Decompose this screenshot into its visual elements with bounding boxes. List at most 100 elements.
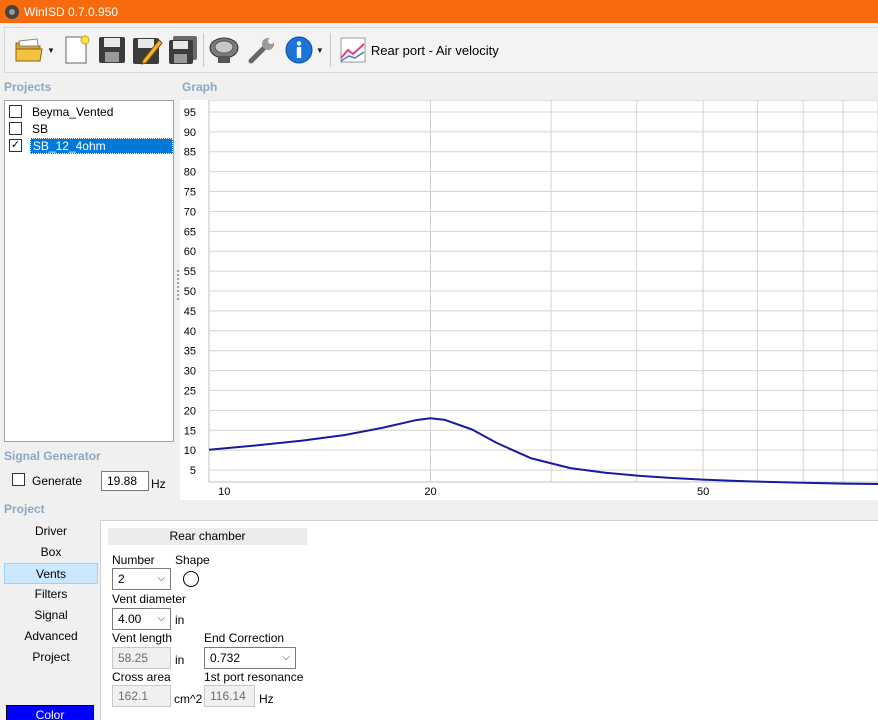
project-name: SB bbox=[32, 121, 49, 136]
y-tick-label: 25 bbox=[184, 385, 196, 397]
cross-area-field: 162.1 bbox=[112, 685, 171, 707]
x-tick-label: 50 bbox=[697, 486, 709, 498]
projects-list[interactable]: Beyma_Vented SB ✓ SB_12_4ohm bbox=[4, 100, 174, 442]
x-tick-label: 20 bbox=[424, 486, 436, 498]
open-dropdown-arrow-icon[interactable]: ▼ bbox=[47, 46, 55, 55]
port-resonance-field: 116.14 bbox=[204, 685, 255, 707]
info-dropdown-arrow-icon[interactable]: ▼ bbox=[316, 46, 324, 55]
y-tick-label: 15 bbox=[184, 425, 196, 437]
graph-select-label: Rear port - Air velocity bbox=[370, 42, 499, 58]
frequency-unit: Hz bbox=[151, 477, 166, 491]
splitter-handle[interactable] bbox=[177, 270, 179, 300]
vent-diameter-label: Vent diameter bbox=[112, 592, 187, 606]
vent-length-field: 58.25 bbox=[112, 647, 171, 669]
nav-box[interactable]: Box bbox=[4, 542, 98, 563]
number-label: Number bbox=[112, 553, 155, 567]
round-shape-icon[interactable] bbox=[183, 571, 199, 587]
frequency-input[interactable]: 19.88 bbox=[101, 471, 149, 491]
cross-area-label: Cross area bbox=[112, 670, 171, 684]
tools-button[interactable] bbox=[246, 30, 278, 70]
nav-project[interactable]: Project bbox=[4, 647, 98, 668]
y-tick-label: 60 bbox=[184, 246, 196, 258]
nav-filters[interactable]: Filters bbox=[4, 584, 98, 605]
y-tick-label: 40 bbox=[184, 326, 196, 338]
x-tick-label: 10 bbox=[218, 486, 230, 498]
shape-label: Shape bbox=[175, 553, 210, 567]
number-value: 2 bbox=[118, 572, 125, 586]
nav-advanced[interactable]: Advanced bbox=[4, 626, 98, 647]
signal-generator-header: Signal Generator bbox=[4, 449, 101, 463]
toolbar-separator bbox=[329, 33, 331, 67]
new-project-button[interactable] bbox=[63, 30, 91, 70]
y-tick-label: 65 bbox=[184, 226, 196, 238]
project-nav: Driver Box Vents Filters Signal Advanced… bbox=[4, 520, 98, 720]
y-tick-label: 70 bbox=[184, 206, 196, 218]
color-button[interactable]: Color bbox=[6, 705, 94, 720]
y-tick-label: 85 bbox=[184, 147, 196, 159]
y-tick-label: 80 bbox=[184, 167, 196, 179]
nav-vents[interactable]: Vents bbox=[4, 563, 98, 584]
projects-header: Projects bbox=[4, 80, 52, 94]
chevron-down-icon: ⌵ bbox=[157, 573, 165, 584]
y-tick-label: 75 bbox=[184, 187, 196, 199]
open-button[interactable]: ▼ bbox=[13, 30, 55, 70]
toolbar-separator bbox=[202, 33, 204, 67]
generate-toggle[interactable]: Generate bbox=[12, 470, 82, 488]
open-folder-icon bbox=[15, 38, 43, 62]
info-icon bbox=[285, 36, 313, 64]
y-tick-label: 5 bbox=[190, 465, 196, 477]
number-select[interactable]: 2 ⌵ bbox=[112, 568, 171, 590]
y-tick-label: 20 bbox=[184, 405, 196, 417]
save-all-icon bbox=[168, 36, 197, 64]
vent-length-unit: in bbox=[175, 653, 185, 667]
end-correction-value: 0.732 bbox=[210, 651, 241, 665]
project-checkbox[interactable] bbox=[9, 105, 22, 118]
save-as-icon bbox=[132, 38, 163, 65]
vent-diameter-value: 4.00 bbox=[118, 612, 142, 626]
project-item[interactable]: SB bbox=[5, 120, 173, 137]
window-title: WinISD 0.7.0.950 bbox=[24, 4, 119, 19]
info-button[interactable]: ▼ bbox=[284, 30, 324, 70]
project-checkbox[interactable] bbox=[9, 122, 22, 135]
title-bar: WinISD 0.7.0.950 bbox=[0, 0, 878, 23]
project-checkbox-checked[interactable]: ✓ bbox=[9, 139, 22, 152]
vent-diameter-select[interactable]: 4.00 ⌵ bbox=[112, 608, 171, 630]
tab-rear-chamber[interactable]: Rear chamber bbox=[108, 528, 307, 545]
graph-panel[interactable]: 5 10 15 20 25 30 35 40 45 50 55 60 65 70 75 80 85 90 95 10 2… bbox=[180, 99, 878, 500]
save-all-button[interactable] bbox=[167, 30, 199, 70]
y-tick-label: 30 bbox=[184, 366, 196, 378]
save-as-button[interactable] bbox=[131, 30, 163, 70]
end-correction-select[interactable]: 0.732 ⌵ bbox=[204, 647, 296, 669]
project-item-selected[interactable]: ✓ SB_12_4ohm bbox=[5, 137, 173, 154]
new-document-icon bbox=[65, 35, 90, 64]
generate-checkbox[interactable] bbox=[12, 472, 25, 486]
chevron-down-icon: ⌵ bbox=[282, 652, 290, 663]
nav-driver[interactable]: Driver bbox=[4, 521, 98, 542]
project-name: SB_12_4ohm bbox=[29, 137, 173, 154]
nav-signal[interactable]: Signal bbox=[4, 605, 98, 626]
y-tick-label: 90 bbox=[184, 127, 196, 139]
project-header: Project bbox=[4, 502, 45, 516]
chevron-down-icon: ⌵ bbox=[157, 613, 165, 624]
y-tick-label: 45 bbox=[184, 306, 196, 318]
y-tick-label: 55 bbox=[184, 266, 196, 278]
vents-panel: Rear chamber Number Shape 2 ⌵ Vent diame… bbox=[100, 520, 878, 720]
y-tick-label: 10 bbox=[184, 445, 196, 457]
port-resonance-unit: Hz bbox=[259, 692, 274, 706]
driver-button[interactable] bbox=[208, 30, 240, 70]
cross-area-unit: cm^2 bbox=[174, 692, 203, 706]
project-item[interactable]: Beyma_Vented bbox=[5, 103, 173, 120]
wrench-icon bbox=[248, 38, 274, 64]
app-logo-icon bbox=[5, 4, 19, 19]
save-button[interactable] bbox=[97, 30, 127, 70]
graph-select-button[interactable]: Rear port - Air velocity bbox=[339, 30, 499, 70]
y-tick-label: 35 bbox=[184, 346, 196, 358]
graph-header: Graph bbox=[182, 80, 218, 94]
vent-length-label: Vent length bbox=[112, 631, 173, 645]
y-tick-label: 50 bbox=[184, 286, 196, 298]
y-tick-label: 95 bbox=[184, 107, 196, 119]
generate-label: Generate bbox=[32, 474, 83, 488]
speaker-icon bbox=[209, 37, 239, 63]
port-resonance-label: 1st port resonance bbox=[204, 670, 304, 684]
end-correction-label: End Correction bbox=[204, 631, 285, 645]
